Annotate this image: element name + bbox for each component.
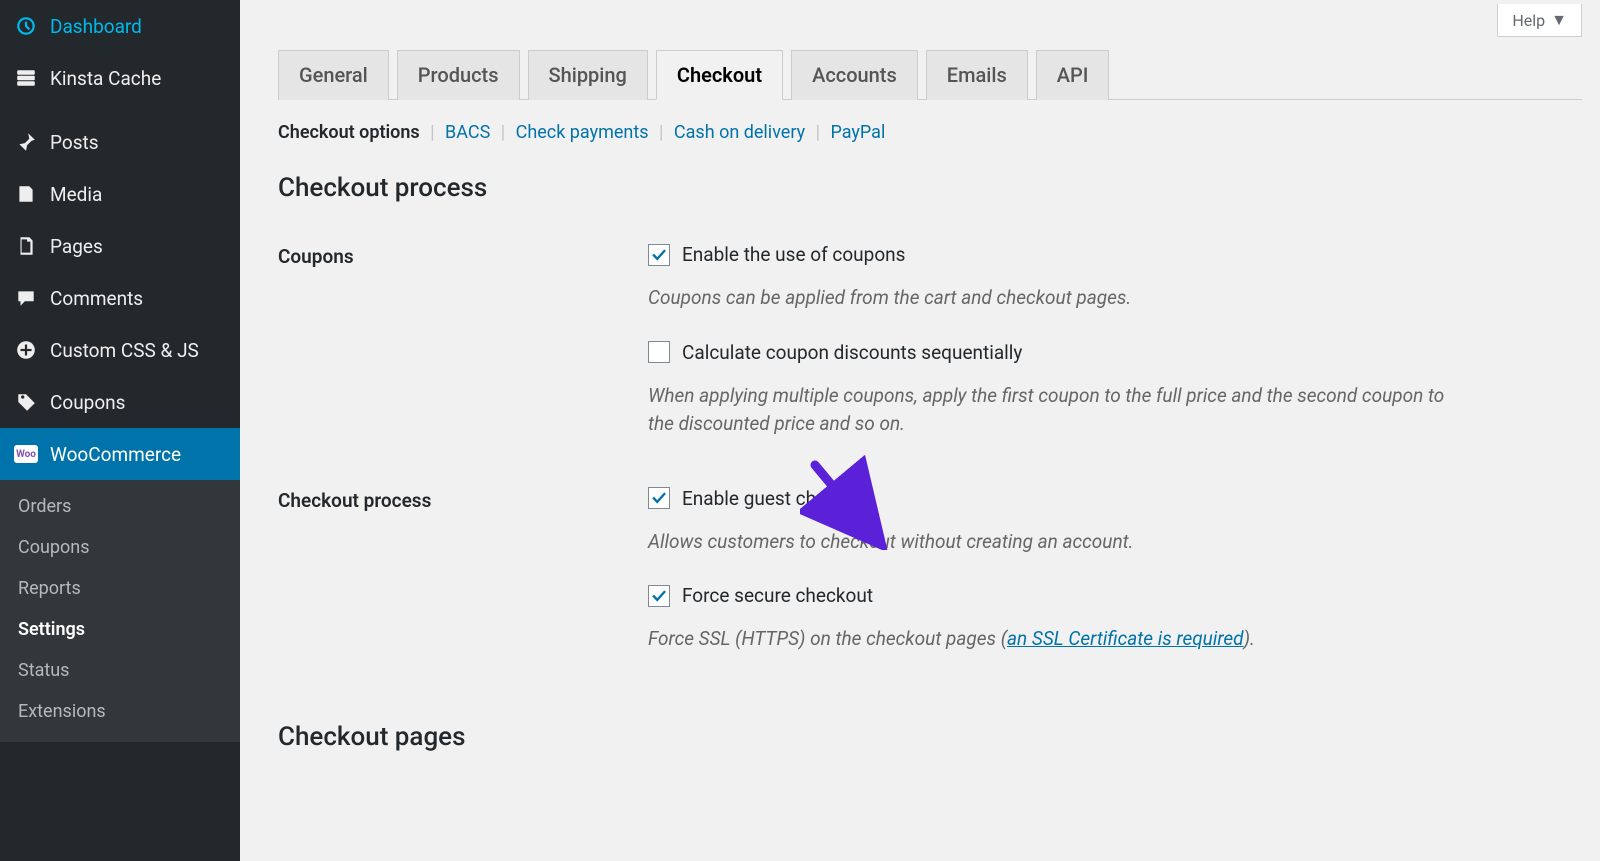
sidebar-item-label: Dashboard <box>50 15 142 38</box>
woocommerce-submenu: Orders Coupons Reports Settings Status E… <box>0 480 240 742</box>
sidebar-item-pages[interactable]: Pages <box>0 220 240 272</box>
help-label: Help <box>1512 11 1545 30</box>
dashboard-icon <box>14 14 38 38</box>
tab-shipping[interactable]: Shipping <box>528 50 648 100</box>
tab-api[interactable]: API <box>1036 50 1110 100</box>
submenu-item-reports[interactable]: Reports <box>0 568 240 609</box>
sidebar-item-label: Comments <box>50 287 143 310</box>
desc-enable-coupons: Coupons can be applied from the cart and… <box>648 284 1468 313</box>
row-coupons: Coupons Enable the use of coupons Coupon… <box>278 243 1582 467</box>
checkout-subnav: Checkout options | BACS | Check payments… <box>278 122 1582 143</box>
sidebar-item-custom-css-js[interactable]: Custom CSS & JS <box>0 324 240 376</box>
sidebar-item-label: Pages <box>50 235 103 258</box>
submenu-item-settings[interactable]: Settings <box>0 609 240 650</box>
sidebar-item-label: Custom CSS & JS <box>50 339 199 362</box>
row-coupons-label: Coupons <box>278 243 648 268</box>
checkbox-enable-coupons-label: Enable the use of coupons <box>682 243 905 266</box>
tab-general[interactable]: General <box>278 50 389 100</box>
sidebar-item-label: Coupons <box>50 391 125 414</box>
pin-icon <box>14 130 38 154</box>
checkbox-guest-checkout-label: Enable guest checkout <box>682 487 873 510</box>
sidebar-item-label: WooCommerce <box>50 443 181 466</box>
tab-accounts[interactable]: Accounts <box>791 50 918 100</box>
settings-form: Coupons Enable the use of coupons Coupon… <box>278 243 1582 682</box>
sidebar-item-label: Media <box>50 183 102 206</box>
subnav-bacs[interactable]: BACS <box>445 122 490 143</box>
settings-tabs: General Products Shipping Checkout Accou… <box>278 50 1582 100</box>
heading-checkout-pages: Checkout pages <box>278 722 1582 752</box>
submenu-item-coupons[interactable]: Coupons <box>0 527 240 568</box>
sidebar-item-dashboard[interactable]: Dashboard <box>0 0 240 52</box>
sidebar-item-coupons[interactable]: Coupons <box>0 376 240 428</box>
checkbox-force-ssl[interactable] <box>648 585 670 607</box>
checkbox-force-ssl-label: Force secure checkout <box>682 584 873 607</box>
subnav-paypal[interactable]: PayPal <box>830 122 885 143</box>
woocommerce-icon: Woo <box>14 442 38 466</box>
ssl-certificate-link[interactable]: an SSL Certificate is required <box>1007 627 1244 650</box>
desc-force-ssl: Force SSL (HTTPS) on the checkout pages … <box>648 625 1468 654</box>
tab-checkout[interactable]: Checkout <box>656 50 783 100</box>
sidebar-item-label: Posts <box>50 131 99 154</box>
sidebar-item-kinsta-cache[interactable]: Kinsta Cache <box>0 52 240 104</box>
heading-checkout-process: Checkout process <box>278 173 1582 203</box>
pages-icon <box>14 234 38 258</box>
tag-icon <box>14 390 38 414</box>
chevron-down-icon: ▼ <box>1551 10 1567 30</box>
subnav-cash-on-delivery[interactable]: Cash on delivery <box>674 122 805 143</box>
admin-sidebar: Dashboard Kinsta Cache Posts Media Pages… <box>0 0 240 861</box>
sidebar-item-comments[interactable]: Comments <box>0 272 240 324</box>
desc-sequential-discounts: When applying multiple coupons, apply th… <box>648 382 1468 439</box>
sidebar-item-woocommerce[interactable]: Woo WooCommerce <box>0 428 240 480</box>
media-icon <box>14 182 38 206</box>
submenu-item-orders[interactable]: Orders <box>0 486 240 527</box>
checkbox-sequential-discounts-label: Calculate coupon discounts sequentially <box>682 341 1022 364</box>
checkbox-sequential-discounts[interactable] <box>648 341 670 363</box>
main-content: Help ▼ General Products Shipping Checkou… <box>240 0 1600 861</box>
sidebar-item-media[interactable]: Media <box>0 168 240 220</box>
desc-guest-checkout: Allows customers to checkout without cre… <box>648 528 1468 557</box>
row-checkout-process: Checkout process Enable guest checkout A… <box>278 487 1582 682</box>
sidebar-item-label: Kinsta Cache <box>50 67 161 90</box>
submenu-item-status[interactable]: Status <box>0 650 240 691</box>
help-tab[interactable]: Help ▼ <box>1497 4 1582 37</box>
subnav-current[interactable]: Checkout options <box>278 122 420 143</box>
row-checkout-process-label: Checkout process <box>278 487 648 512</box>
checkbox-enable-coupons[interactable] <box>648 244 670 266</box>
database-icon <box>14 66 38 90</box>
submenu-item-extensions[interactable]: Extensions <box>0 691 240 732</box>
comment-icon <box>14 286 38 310</box>
tab-emails[interactable]: Emails <box>926 50 1028 100</box>
plus-circle-icon <box>14 338 38 362</box>
tab-products[interactable]: Products <box>397 50 520 100</box>
checkbox-guest-checkout[interactable] <box>648 487 670 509</box>
sidebar-item-posts[interactable]: Posts <box>0 116 240 168</box>
subnav-check-payments[interactable]: Check payments <box>516 122 649 143</box>
